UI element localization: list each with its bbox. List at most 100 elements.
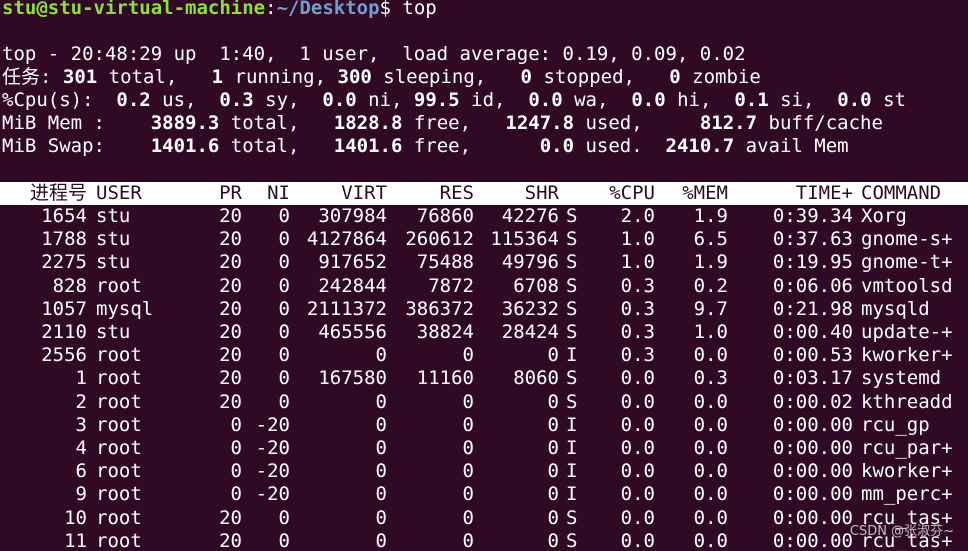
cell-pr: 20	[219, 529, 242, 551]
table-row: 3 root 0 -20 0 0 0 I 0.0 0.0 0:00.00 rcu_gp	[0, 414, 968, 437]
cell-user: root	[96, 529, 142, 551]
cell-res: 76860	[416, 205, 474, 227]
cell-mem: 1.9	[693, 251, 728, 274]
table-row: 828 root 20 0 242844 7872 6708 S 0.3 0.2 0:06.06 vm…	[0, 275, 968, 298]
cell-time: 0:37.63	[772, 228, 853, 251]
cell-mem: 6.5	[693, 228, 728, 251]
cell-pid: 1654	[41, 205, 87, 227]
cell-virt: 0	[375, 460, 387, 483]
table-row: 1788 stu 20 0 4127864 260612 115364 S 1.0 6.5 0:37…	[0, 228, 968, 251]
cell-pid: 6	[75, 460, 87, 483]
cell-mem: 0.0	[693, 344, 728, 367]
cell-time: 0:00.00	[772, 529, 853, 551]
swap-avail-label: avail Mem	[734, 135, 849, 157]
cell-mem: 0.0	[693, 413, 728, 436]
cell-cpu: 0.3	[620, 321, 655, 343]
swap-total: 1401.6	[150, 135, 220, 157]
cpu-us-label: us,	[150, 89, 197, 111]
cell-time: 0:00.00	[772, 460, 853, 483]
cell-virt: 465556	[318, 321, 387, 343]
cell-mem: 0.2	[693, 274, 728, 297]
cell-shr: 28424	[501, 321, 559, 343]
cell-time: 0:39.34	[772, 205, 853, 227]
cell-time: 0:00.40	[772, 321, 853, 343]
col-command: COMMAND	[861, 182, 942, 204]
cell-ni: -20	[255, 437, 290, 459]
cpu-ni-label: ni,	[356, 89, 403, 111]
cell-user: stu	[96, 321, 131, 343]
cell-time: 0:00.00	[772, 413, 853, 436]
cell-mem: 0.0	[693, 390, 728, 413]
cell-time: 0:00.02	[772, 390, 853, 413]
cell-s: I	[566, 344, 578, 367]
cell-cmd: kworker+	[861, 344, 953, 367]
cell-time: 0:00.00	[772, 506, 853, 529]
cell-pr: 20	[219, 506, 242, 529]
cell-pid: 9	[75, 483, 87, 506]
cell-ni: 0	[278, 390, 290, 413]
cell-cpu: 0.0	[620, 437, 655, 459]
cell-virt: 0	[375, 529, 387, 551]
cell-s: I	[566, 483, 578, 506]
cell-s: S	[566, 529, 578, 551]
cell-shr: 42276	[501, 205, 559, 227]
col-time: TIME+	[795, 182, 853, 204]
col-pid: 进程号	[29, 182, 87, 204]
cpu-label: %Cpu(s):	[2, 89, 94, 111]
shell-prompt-line: stu@stu-virtual-machine:~/Desktop$ top	[2, 0, 437, 20]
cpu-wa-label: wa,	[562, 89, 609, 111]
mem-free: 1828.8	[333, 112, 403, 134]
cell-ni: -20	[255, 413, 290, 436]
cell-ni: 0	[278, 367, 290, 390]
mem-label: MiB Mem :	[2, 112, 105, 134]
cpu-id: 99.5	[413, 89, 460, 111]
cell-res: 11160	[416, 367, 474, 390]
cell-pid: 1057	[41, 297, 87, 320]
tasks-sleeping-label: sleeping,	[371, 66, 487, 88]
cell-cmd: mysqld	[861, 297, 930, 320]
cell-pr: 20	[219, 274, 242, 297]
cell-shr: 8060	[513, 367, 559, 390]
cell-pr: 20	[219, 228, 242, 251]
swap-avail: 2410.7	[665, 135, 735, 157]
cell-user: stu	[96, 251, 131, 274]
table-row: 11 root 20 0 0 0 0 S 0.0 0.0 0:00.00 rcu_tas+	[0, 530, 968, 551]
uptime-load-line: top - 20:48:29 up 1:40, 1 user, load ave…	[2, 43, 746, 65]
cell-mem: 0.3	[693, 367, 728, 390]
cell-virt: 242844	[318, 274, 387, 297]
cell-pid: 2	[75, 390, 87, 413]
cell-shr: 0	[547, 460, 559, 483]
col-cpu: %CPU	[609, 182, 655, 204]
cell-cmd: update-+	[861, 321, 953, 343]
cell-pid: 1788	[41, 228, 87, 251]
cell-pr: 20	[219, 251, 242, 274]
cell-cpu: 1.0	[620, 228, 655, 251]
col-user: USER	[96, 182, 142, 204]
cell-virt: 0	[375, 437, 387, 459]
cell-res: 0	[462, 437, 474, 459]
cell-cmd: gnome-t+	[861, 251, 953, 274]
cell-res: 0	[462, 506, 474, 529]
col-res: RES	[439, 182, 474, 204]
cell-user: mysql	[96, 297, 154, 320]
cell-virt: 0	[375, 413, 387, 436]
cell-mem: 0.0	[693, 529, 728, 551]
tasks-total-label: total,	[97, 66, 178, 88]
cell-shr: 0	[547, 344, 559, 367]
cell-res: 0	[462, 344, 474, 367]
cell-res: 0	[462, 460, 474, 483]
swap-total-label: total,	[219, 135, 300, 157]
cell-time: 0:06.06	[772, 274, 853, 297]
cpu-wa: 0.0	[528, 89, 563, 111]
prompt-command: top	[390, 0, 437, 19]
cell-res: 0	[462, 483, 474, 506]
prompt-path: ~/Desktop	[276, 0, 380, 19]
cpu-us: 0.2	[116, 89, 151, 111]
cell-mem: 0.0	[693, 460, 728, 483]
cell-res: 386372	[405, 297, 474, 320]
cell-s: S	[566, 251, 578, 274]
table-row: 1654 stu 20 0 307984 76860 42276 S 2.0 1.9 0:39.34…	[0, 205, 968, 228]
cell-mem: 0.0	[693, 483, 728, 506]
col-pr: PR	[219, 182, 242, 204]
cpu-sy: 0.3	[219, 89, 254, 111]
